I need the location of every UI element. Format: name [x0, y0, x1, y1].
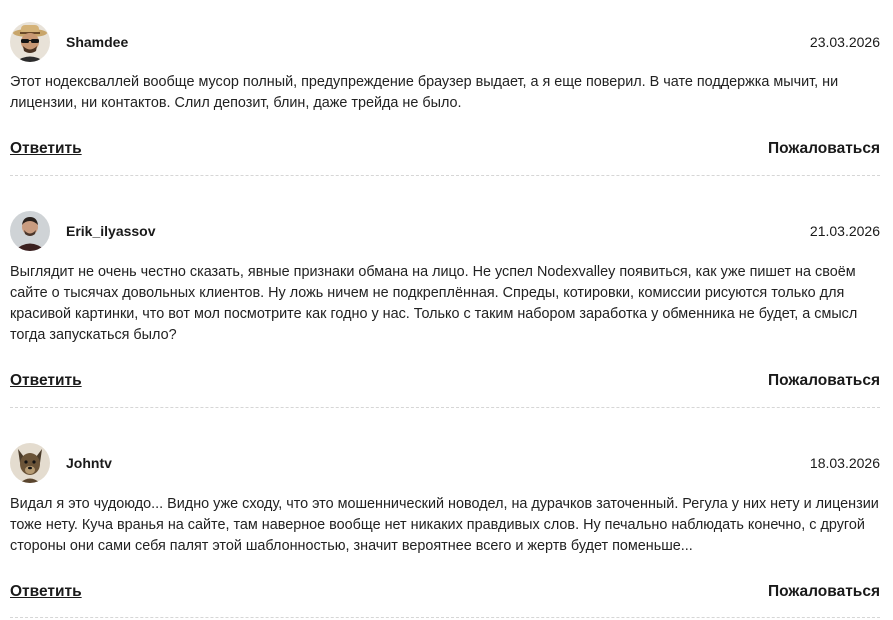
reply-link[interactable]: Ответить: [10, 583, 82, 601]
comments-list: Shamdee 23.03.2026 Этот нодексваллей воо…: [0, 0, 893, 620]
avatar[interactable]: [10, 22, 50, 62]
comment-divider: [10, 617, 880, 618]
avatar[interactable]: [10, 211, 50, 251]
comment-date: 23.03.2026: [809, 34, 880, 50]
reply-link[interactable]: Ответить: [10, 140, 82, 158]
comment-text: Этот нодексваллей вообще мусор полный, п…: [10, 74, 839, 111]
avatar[interactable]: [10, 443, 50, 483]
reply-link[interactable]: Ответить: [10, 372, 82, 390]
comment-header: Johntv 18.03.2026: [10, 443, 880, 489]
report-link[interactable]: Пожаловаться: [768, 372, 880, 390]
comment-divider: [10, 175, 880, 176]
comment-item: Johntv 18.03.2026 Видал я это чудоюдо...…: [10, 443, 880, 557]
comment-item: Erik_ilyassov 21.03.2026 Выглядит не оче…: [10, 211, 880, 346]
comment-date: 18.03.2026: [809, 455, 880, 471]
comment-actions: Ответить Пожаловаться: [10, 140, 880, 162]
comment-item: Shamdee 23.03.2026 Этот нодексваллей воо…: [10, 22, 880, 114]
comment-text: Выглядит не очень честно сказать, явные …: [10, 264, 858, 343]
comment-date: 21.03.2026: [809, 223, 880, 239]
comment-divider: [10, 407, 880, 408]
comment-header: Erik_ilyassov 21.03.2026: [10, 211, 880, 257]
comment-header: Shamdee 23.03.2026: [10, 22, 880, 68]
comment-actions: Ответить Пожаловаться: [10, 372, 880, 394]
comment-text: Видал я это чудоюдо... Видно уже сходу, …: [10, 496, 879, 554]
comment-author: Shamdee: [66, 34, 129, 50]
report-link[interactable]: Пожаловаться: [768, 583, 880, 601]
comment-actions: Ответить Пожаловаться: [10, 583, 880, 605]
comment-author: Erik_ilyassov: [66, 223, 156, 239]
report-link[interactable]: Пожаловаться: [768, 140, 880, 158]
comment-author: Johntv: [66, 455, 112, 471]
